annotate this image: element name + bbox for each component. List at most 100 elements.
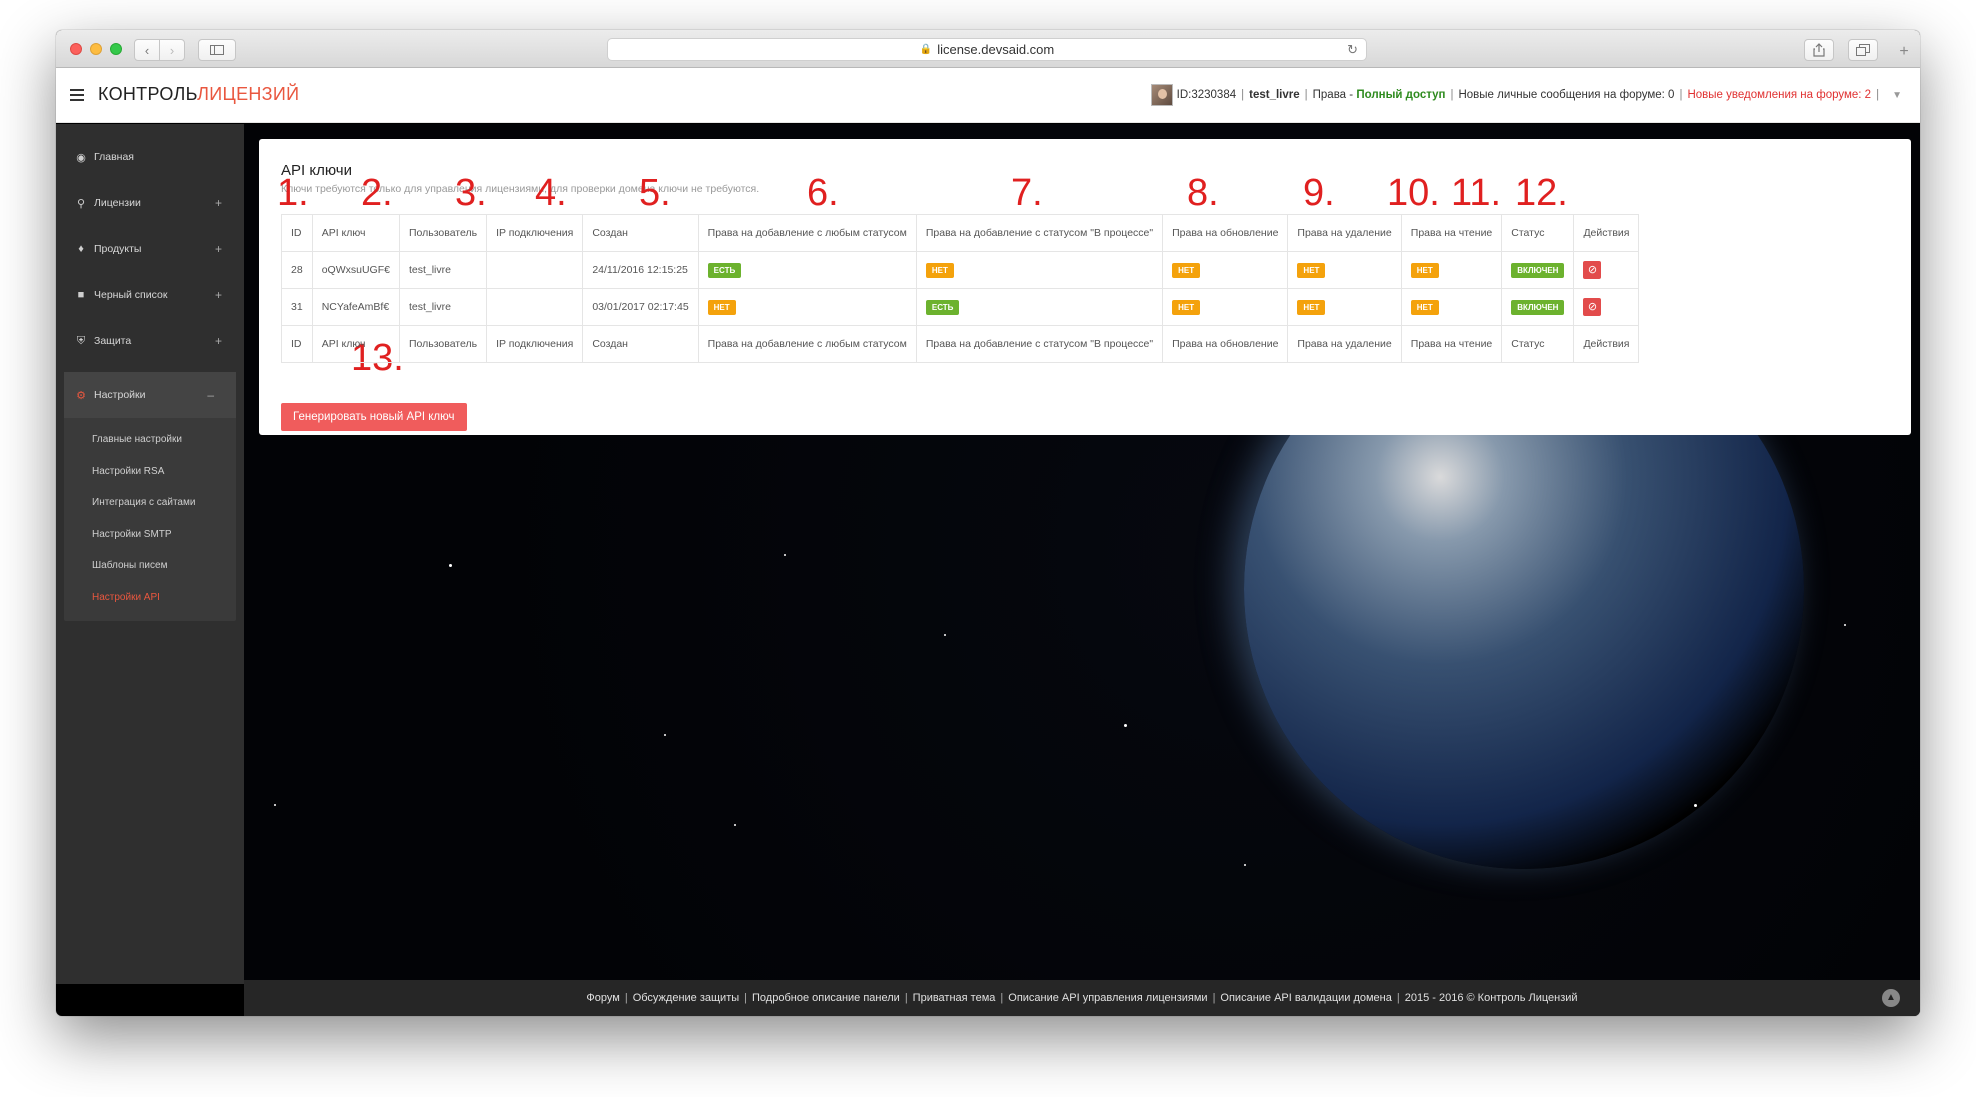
yes-badge[interactable]: ЕСТЬ xyxy=(925,299,960,315)
url-text: license.devsaid.com xyxy=(937,42,1055,57)
col-ip: IP подключения xyxy=(486,325,584,363)
sidebar-sub-api-settings[interactable]: Настройки API xyxy=(64,582,236,614)
annotation-8: 8. xyxy=(1187,172,1219,214)
new-tab-button[interactable]: + xyxy=(1894,42,1914,62)
back-button[interactable]: ‹ xyxy=(134,39,160,61)
show-tabs-button[interactable] xyxy=(1848,39,1878,61)
col-delete[interactable]: Права на удаление xyxy=(1287,214,1402,252)
rights-value: Полный доступ xyxy=(1356,89,1446,101)
col-user[interactable]: Пользователь xyxy=(398,214,488,252)
tabs-icon xyxy=(1856,44,1870,56)
sidebar-item-settings[interactable]: ⚙ Настройки – xyxy=(64,372,236,418)
table-row: 31 NCYafeAmBf€ test_livre 03/01/2017 02:… xyxy=(281,288,1640,326)
cell-delete: НЕТ xyxy=(1287,251,1402,289)
annotation-9: 9. xyxy=(1303,172,1335,214)
sidebar-item-home[interactable]: ◉ Главная xyxy=(56,134,244,180)
sidebar-item-products[interactable]: ♦ Продукты + xyxy=(56,226,244,272)
cell-read: НЕТ xyxy=(1400,288,1503,326)
no-badge[interactable]: НЕТ xyxy=(1172,299,1201,315)
chevron-up-icon: ▲ xyxy=(1886,992,1896,1003)
tags-icon: ♦ xyxy=(78,243,84,255)
col-api-key[interactable]: API ключ xyxy=(311,214,400,252)
status-badge[interactable]: ВКЛЮЧЕН xyxy=(1511,299,1565,315)
share-button[interactable] xyxy=(1804,39,1834,61)
sidebar-item-protection[interactable]: ⛨ Защита + xyxy=(56,318,244,364)
fullscreen-window-button[interactable] xyxy=(110,43,122,55)
col-status[interactable]: Статус xyxy=(1501,214,1575,252)
footer-link-domain-api[interactable]: Описание API валидации домена xyxy=(1220,992,1391,1004)
sidebar-toggle-button[interactable] xyxy=(198,39,236,61)
col-update: Права на обновление xyxy=(1162,325,1289,363)
scroll-top-button[interactable]: ▲ xyxy=(1882,989,1900,1007)
sidebar-sub-main-settings[interactable]: Главные настройки xyxy=(64,424,236,456)
footer-link-private-topic[interactable]: Приватная тема xyxy=(913,992,996,1004)
sidebar-sub-site-integration[interactable]: Интеграция с сайтами xyxy=(64,487,236,519)
no-badge[interactable]: НЕТ xyxy=(707,299,736,315)
sidebar-sub-rsa-settings[interactable]: Настройки RSA xyxy=(64,456,236,488)
cell-api-key: NCYafeAmBf€ xyxy=(311,288,400,326)
col-created[interactable]: Создан xyxy=(582,214,699,252)
no-badge[interactable]: НЕТ xyxy=(1297,262,1326,278)
col-ip[interactable]: IP подключения xyxy=(486,214,584,252)
sidebar-settings-group: ⚙ Настройки – Главные настройки Настройк… xyxy=(64,372,236,621)
no-badge[interactable]: НЕТ xyxy=(1297,299,1326,315)
table-footer-row: ID API ключ Пользователь IP подключения … xyxy=(281,325,1640,363)
forward-button[interactable]: › xyxy=(159,39,185,61)
brand-logo[interactable]: КОНТРОЛЬЛИЦЕНЗИЙ xyxy=(98,84,299,105)
col-update[interactable]: Права на обновление xyxy=(1162,214,1289,252)
cell-id: 31 xyxy=(281,288,313,326)
cell-add-progress: ЕСТЬ xyxy=(915,288,1164,326)
sidebar-sub-email-templates[interactable]: Шаблоны писем xyxy=(64,550,236,582)
no-badge[interactable]: НЕТ xyxy=(1172,262,1201,278)
col-created: Создан xyxy=(582,325,699,363)
close-window-button[interactable] xyxy=(70,43,82,55)
no-badge[interactable]: НЕТ xyxy=(925,262,954,278)
col-actions[interactable]: Действия xyxy=(1573,214,1640,252)
annotation-10: 10. xyxy=(1387,172,1440,214)
cell-user: test_livre xyxy=(398,251,488,289)
cell-add-any: НЕТ xyxy=(697,288,917,326)
sidebar: ◉ Главная ⚲ Лицензии + ♦ Продукты + ■ Че… xyxy=(56,124,244,984)
browser-window: ‹ › 🔒 license.devsaid.com ↻ + КОНТРОЛЬЛИ… xyxy=(56,30,1920,1016)
footer-link-protection-discussion[interactable]: Обсуждение защиты xyxy=(633,992,739,1004)
col-read[interactable]: Права на чтение xyxy=(1400,214,1503,252)
user-info-bar: ID:3230384 | test_livre | Права - Полный… xyxy=(1150,84,1902,106)
share-icon xyxy=(1813,43,1825,57)
col-add-progress: Права на добавление с статусом "В процес… xyxy=(915,325,1164,363)
generate-api-key-button[interactable]: Генерировать новый API ключ xyxy=(281,403,467,431)
ban-icon: ⊘ xyxy=(1587,301,1598,313)
avatar[interactable] xyxy=(1150,84,1173,106)
menu-toggle-icon[interactable] xyxy=(70,89,84,101)
sidebar-item-licenses[interactable]: ⚲ Лицензии + xyxy=(56,180,244,226)
username[interactable]: test_livre xyxy=(1249,89,1300,101)
sidebar-sub-smtp-settings[interactable]: Настройки SMTP xyxy=(64,519,236,551)
status-badge[interactable]: ВКЛЮЧЕН xyxy=(1511,262,1565,278)
delete-key-button[interactable]: ⊘ xyxy=(1583,298,1602,316)
minimize-window-button[interactable] xyxy=(90,43,102,55)
sidebar-item-blacklist[interactable]: ■ Черный список + xyxy=(56,272,244,318)
footer-link-panel-description[interactable]: Подробное описание панели xyxy=(752,992,900,1004)
cell-update: НЕТ xyxy=(1162,288,1289,326)
sidebar-item-label: Черный список xyxy=(94,289,168,301)
footer-link-license-api[interactable]: Описание API управления лицензиями xyxy=(1008,992,1207,1004)
address-bar[interactable]: 🔒 license.devsaid.com ↻ xyxy=(607,38,1367,61)
annotation-7: 7. xyxy=(1011,172,1043,214)
footer-link-forum[interactable]: Форум xyxy=(586,992,619,1004)
chevron-down-icon[interactable]: ▼ xyxy=(1892,90,1902,101)
annotation-12: 12. xyxy=(1515,172,1568,214)
no-badge[interactable]: НЕТ xyxy=(1410,299,1439,315)
shield-icon: ⛨ xyxy=(76,334,86,347)
col-read: Права на чтение xyxy=(1400,325,1503,363)
col-id[interactable]: ID xyxy=(281,214,313,252)
col-add-progress[interactable]: Права на добавление с статусом "В процес… xyxy=(915,214,1164,252)
forum-messages-link[interactable]: Новые личные сообщения на форуме: 0 xyxy=(1458,89,1674,101)
annotation-11: 11. xyxy=(1451,172,1502,214)
reload-icon[interactable]: ↻ xyxy=(1347,42,1358,58)
no-badge[interactable]: НЕТ xyxy=(1410,262,1439,278)
col-add-any[interactable]: Права на добавление с любым статусом xyxy=(697,214,917,252)
brand-part2: ЛИЦЕНЗИЙ xyxy=(197,84,300,104)
delete-key-button[interactable]: ⊘ xyxy=(1583,261,1602,279)
yes-badge[interactable]: ЕСТЬ xyxy=(707,262,742,278)
forum-notifications-link[interactable]: Новые уведомления на форуме: 2 xyxy=(1687,89,1871,101)
col-api-key: API ключ xyxy=(311,325,400,363)
